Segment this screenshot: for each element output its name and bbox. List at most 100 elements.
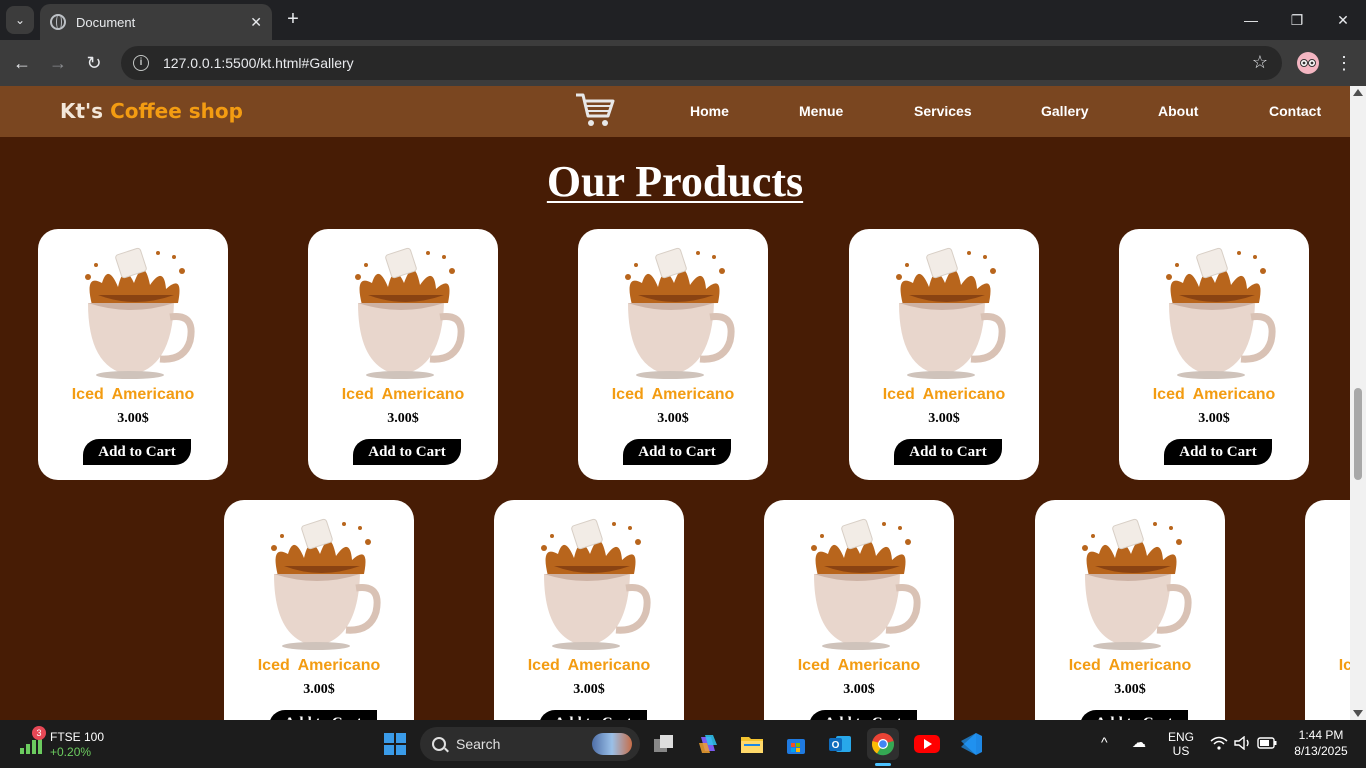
product-price: 3.00$ [387,411,419,426]
product-price: 3.00$ [1198,411,1230,426]
add-to-cart-button[interactable]: Add to Cart [269,710,377,720]
volume-icon[interactable] [1234,736,1252,750]
scroll-down-arrow-icon[interactable] [1353,710,1363,717]
product-name: Iced Americano [1068,657,1192,674]
add-to-cart-button[interactable]: Add to Cart [539,710,647,720]
product-name: Iced Americano [882,386,1006,403]
product-card: Iced Americano 3.00$ Add to Cart [578,229,768,480]
copilot-icon[interactable] [692,728,724,760]
add-to-cart-button[interactable]: Add to Cart [1164,439,1272,465]
product-price: 3.00$ [1114,682,1146,697]
file-explorer-icon[interactable] [736,728,768,760]
back-button[interactable]: ← [10,51,34,75]
products-heading: Our Products [546,157,804,206]
youtube-icon[interactable] [911,728,943,760]
nav-link-menu[interactable]: Menue [799,103,843,119]
battery-icon[interactable] [1257,737,1277,749]
product-name: Iced Americano [611,386,735,403]
start-button[interactable] [384,733,406,755]
taskbar-search[interactable]: Search [420,727,640,761]
site-info-icon[interactable]: i [133,55,149,71]
arrow-right-icon: → [49,53,67,73]
forward-button[interactable]: → [46,51,70,75]
globe-icon [50,14,66,30]
coffee-cup-image [885,243,1007,383]
nav-link-about[interactable]: About [1158,103,1198,119]
task-view-icon[interactable] [648,728,680,760]
bookmark-star-icon[interactable]: ☆ [1252,52,1268,73]
product-price: 3.00$ [1305,682,1350,698]
system-clock[interactable]: 1:44 PM 8/13/2025 [1286,728,1356,758]
restore-button[interactable]: ❐ [1274,0,1320,40]
product-name: Iced Americano [1152,386,1276,403]
product-name: Iced Americano [71,386,195,403]
chrome-icon[interactable] [867,728,899,766]
taskbar-search-placeholder: Search [456,736,501,752]
microsoft-store-icon[interactable] [780,728,812,760]
coffee-cup-image [1341,514,1350,654]
search-highlight-image [592,733,632,755]
show-hidden-icons-chevron-icon[interactable]: ^ [1101,734,1108,750]
vscode-icon[interactable] [955,728,987,760]
nav-link-contact[interactable]: Contact [1269,103,1321,119]
product-card: Iced Americano 3.00$ Add to Cart [224,500,414,720]
product-name: Iced Americano [1338,657,1350,674]
reload-button[interactable]: ↻ [82,51,106,75]
tab-title: Document [76,14,136,30]
product-price: 3.00$ [117,411,149,426]
browser-toolbar: ← → ↻ i 127.0.0.1:5500/kt.html#Gallery ☆ [0,40,1366,86]
stock-widget[interactable]: 3 FTSE 100 +0.20% [20,726,130,760]
widget-change: +0.20% [50,745,92,759]
nav-link-home[interactable]: Home [690,103,729,119]
scroll-up-arrow-icon[interactable] [1353,89,1363,96]
product-price: 3.00$ [657,411,689,426]
tab-close-icon[interactable]: ✕ [250,14,262,31]
outlook-icon[interactable]: O [824,728,856,760]
nav-link-gallery[interactable]: Gallery [1041,103,1088,119]
coffee-cup-image [260,514,382,654]
nav-link-services[interactable]: Services [914,103,972,119]
wifi-icon[interactable] [1210,736,1228,750]
site-navbar: Kt's Coffee shop Home Menue Services Gal… [0,86,1350,137]
add-to-cart-button[interactable]: Add to Cart [83,439,191,465]
onedrive-icon[interactable]: ☁ [1132,734,1146,751]
product-price: 3.00$ [303,682,335,697]
add-to-cart-button[interactable]: Add to Cart [353,439,461,465]
product-card: Iced Americano 3.00$ Add to Cart [38,229,228,480]
product-name: Iced Americano [341,386,465,403]
product-card: Iced Americano 3.00$ Add to Cart [308,229,498,480]
site-logo[interactable]: Kt's Coffee shop [60,99,243,123]
browser-menu-button[interactable]: ⋮ [1334,50,1354,76]
language-code: ENG [1167,730,1194,744]
windows-logo-icon [384,733,394,743]
active-app-indicator [875,763,891,766]
add-to-cart-button[interactable]: Add to Cart [894,439,1002,465]
clock-time: 1:44 PM [1298,728,1344,742]
minimize-button[interactable]: — [1228,0,1274,40]
product-card: Iced Americano 3.00$ Add to Cart [764,500,954,720]
address-bar-url[interactable]: 127.0.0.1:5500/kt.html#Gallery [163,55,354,71]
page-viewport: Kt's Coffee shop Home Menue Services Gal… [0,86,1350,720]
new-tab-button[interactable]: + [282,8,304,30]
browser-tab[interactable]: Document ✕ [40,4,272,40]
page-scrollbar[interactable] [1350,86,1366,720]
coffee-cup-image [530,514,652,654]
widget-title: FTSE 100 [50,730,105,744]
add-to-cart-button[interactable]: Add to Cart [809,710,917,720]
tab-search-button[interactable]: ⌄ [6,6,34,34]
product-name: Iced Americano [527,657,651,674]
product-name: Iced Americano [797,657,921,674]
shopping-cart-icon[interactable] [574,92,616,128]
profile-avatar[interactable] [1297,52,1319,74]
product-price: 3.00$ [928,411,960,426]
scrollbar-thumb[interactable] [1354,388,1362,480]
windows-taskbar: 3 FTSE 100 +0.20% Search O ^ ☁ ENG US 1:… [0,720,1366,768]
add-to-cart-button[interactable]: Add to Cart [1080,710,1188,720]
address-bar[interactable]: i 127.0.0.1:5500/kt.html#Gallery ☆ [121,46,1282,80]
close-window-button[interactable]: ✕ [1320,0,1366,40]
logo-accent-text: Coffee shop [110,99,243,123]
product-card: Iced Americano 3.00$ Add to Cart [1035,500,1225,720]
language-indicator[interactable]: ENG US [1166,730,1196,758]
coffee-cup-image [74,243,196,383]
add-to-cart-button[interactable]: Add to Cart [623,439,731,465]
